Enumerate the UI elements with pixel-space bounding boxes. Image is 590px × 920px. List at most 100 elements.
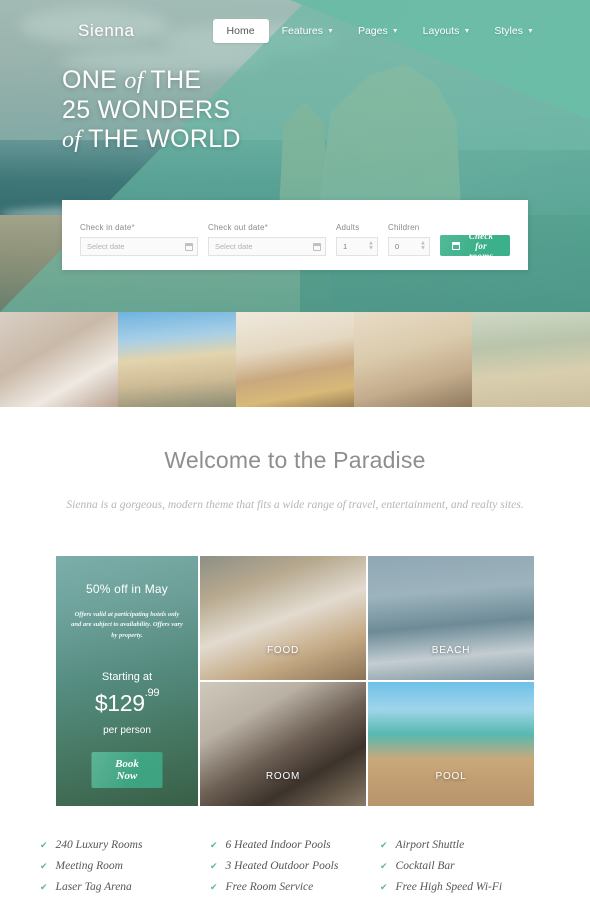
checkout-placeholder-text: Select date [215,242,253,251]
hero-headline-line-1: ONE of THE [62,66,241,96]
hero-word-of: of [124,68,144,94]
list-item: ✔ Airport Shuttle [380,839,550,851]
hero-headline: ONE of THE 25 WONDERS of THE WORLD [62,66,241,155]
required-asterisk: * [264,223,268,232]
nav-item-styles[interactable]: Styles ▼ [483,19,545,43]
adults-label: Adults [336,223,360,232]
welcome-heading: Welcome to the Paradise [164,447,426,473]
check-icon: ✔ [210,861,218,872]
list-item: ✔ Free Room Service [210,881,380,893]
hero-word-the-world: THE WORLD [88,124,241,153]
chevron-down-icon: ▼ [391,27,399,35]
check-icon: ✔ [210,882,218,893]
check-icon: ✔ [40,840,48,851]
welcome-subtitle: Sienna is a gorgeous, modern theme that … [66,499,524,511]
required-asterisk: * [131,223,135,232]
children-stepper[interactable]: 0 ▲ ▼ [388,237,430,256]
promo-per-person-label: per person [103,724,151,736]
thumbnail-beach-boat[interactable] [118,312,236,407]
site-logo[interactable]: Sienna [78,21,135,41]
check-for-rooms-button[interactable]: Check for rooms [440,231,510,261]
features-column-3: ✔ Airport Shuttle ✔ Cocktail Bar ✔ Free … [380,839,550,902]
checkin-date-input[interactable]: Select date [80,237,198,256]
adults-stepper[interactable]: 1 ▲ ▼ [336,237,378,256]
feature-label: 3 Heated Outdoor Pools [225,860,339,873]
checkin-label-text: Check in date [80,223,132,232]
gallery-tile-room[interactable]: ROOM [200,682,366,807]
thumbnail-dessert[interactable] [0,312,118,407]
check-icon: ✔ [210,840,218,851]
checkout-label: Check out date* [208,223,326,232]
chevron-down-icon: ▼ [526,27,534,35]
stepper-arrows[interactable]: ▲ ▼ [420,240,426,251]
chevron-down-icon: ▼ [463,27,471,35]
promo-price-cents: .99 [144,686,160,699]
thumbnail-shoreline[interactable] [472,312,590,407]
nav-item-label: Home [226,25,255,37]
hero-word-the: THE [150,66,202,94]
calendar-icon [185,242,193,251]
checkin-placeholder-text: Select date [87,242,125,251]
check-icon: ✔ [40,861,48,872]
checkin-field-group: Check in date* Select date [80,223,198,256]
promo-price-main: $129 [94,689,145,716]
nav-menu: Home Features ▼ Pages ▼ Layouts ▼ Styles… [212,19,545,43]
check-icon: ✔ [40,882,48,893]
gallery-grid: FOOD BEACH ROOM POOL [200,556,534,807]
hero-section: Sienna Home Features ▼ Pages ▼ Layouts ▼… [0,0,590,312]
gallery-tile-food[interactable]: FOOD [200,556,366,681]
checkout-field-group: Check out date* Select date [208,223,326,256]
gallery-tile-beach[interactable]: BEACH [368,556,534,681]
main-navigation: Sienna Home Features ▼ Pages ▼ Layouts ▼… [0,0,590,62]
children-label: Children [388,223,420,232]
stepper-arrows[interactable]: ▲ ▼ [368,240,374,251]
list-item: ✔ 6 Heated Indoor Pools [210,839,380,851]
nav-item-pages[interactable]: Pages ▼ [347,19,410,43]
stepper-down-icon[interactable]: ▼ [420,246,426,251]
nav-item-home[interactable]: Home [212,19,269,43]
gallery-tile-label: POOL [435,771,467,783]
book-now-button[interactable]: Book Now [91,752,163,789]
features-column-1: ✔ 240 Luxury Rooms ✔ Meeting Room ✔ Lase… [40,839,210,902]
gallery-section: 50% off in May Offers valid at participa… [56,556,534,807]
gallery-tile-pool[interactable]: POOL [368,682,534,807]
feature-label: Airport Shuttle [395,839,465,852]
feature-label: Free High Speed Wi-Fi [395,881,503,894]
thumbnail-buffet[interactable] [236,312,354,407]
hero-headline-line-3: of THE WORLD [62,125,241,155]
stepper-down-icon[interactable]: ▼ [368,246,374,251]
thumbnail-living-room[interactable] [354,312,472,407]
list-item: ✔ Free High Speed Wi-Fi [380,881,550,893]
gallery-tile-label: BEACH [431,645,471,657]
booking-form: Check in date* Select date Check out dat… [62,200,528,270]
nav-item-layouts[interactable]: Layouts ▼ [412,19,482,43]
hero-word-one: ONE [62,66,118,94]
gallery-tile-label: ROOM [265,771,301,783]
feature-label: Laser Tag Arena [55,881,132,894]
promo-card: 50% off in May Offers valid at participa… [56,556,198,807]
checkout-label-text: Check out date [208,223,265,232]
calendar-icon [452,241,460,250]
checkin-label: Check in date* [80,223,198,232]
list-item: ✔ Meeting Room [40,860,210,872]
nav-item-features[interactable]: Features ▼ [271,19,345,43]
nav-item-label: Layouts [422,25,460,37]
list-item: ✔ Cocktail Bar [380,860,550,872]
nav-item-label: Styles [494,25,523,37]
promo-title: 50% off in May [86,582,168,597]
features-section: ✔ 240 Luxury Rooms ✔ Meeting Room ✔ Lase… [40,839,550,902]
list-item: ✔ 3 Heated Outdoor Pools [210,860,380,872]
list-item: ✔ 240 Luxury Rooms [40,839,210,851]
nav-item-label: Features [281,25,323,37]
checkout-date-input[interactable]: Select date [208,237,326,256]
feature-label: Free Room Service [225,881,314,894]
list-item: ✔ Laser Tag Arena [40,881,210,893]
feature-label: 240 Luxury Rooms [55,839,143,852]
features-column-2: ✔ 6 Heated Indoor Pools ✔ 3 Heated Outdo… [210,839,380,902]
thumbnail-strip [0,312,590,407]
check-icon: ✔ [380,840,388,851]
check-icon: ✔ [380,882,388,893]
feature-label: Cocktail Bar [395,860,455,873]
check-for-rooms-label: Check for rooms [468,230,494,261]
hero-word-of-2: of [62,126,82,153]
